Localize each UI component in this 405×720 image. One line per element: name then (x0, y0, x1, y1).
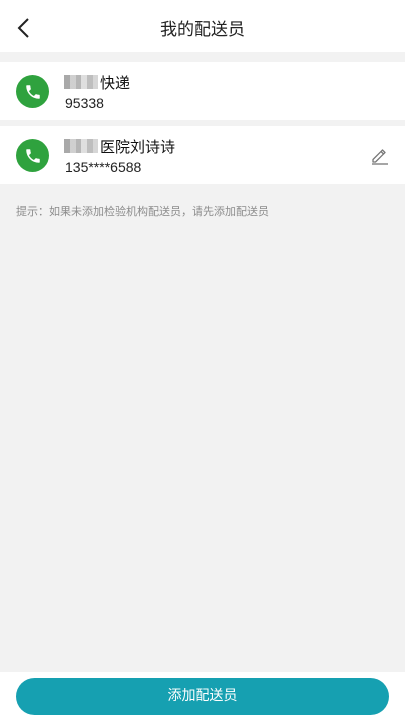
courier-phone: 95338 (65, 95, 104, 111)
hint-text: 提示：如果未添加检验机构配送员，请先添加配送员 (16, 205, 269, 218)
pencil-icon (372, 149, 388, 165)
redacted-mosaic (64, 139, 98, 153)
courier-phone: 135****6588 (65, 159, 142, 175)
courier-name-text: 医院刘诗诗 (100, 137, 176, 156)
phone-icon (25, 148, 40, 163)
call-button[interactable] (16, 75, 49, 108)
page-title: 我的配送员 (160, 20, 245, 40)
courier-name: 医院刘诗诗 (64, 135, 175, 157)
courier-name-text: 快递 (100, 73, 131, 92)
courier-card: 快递 95338 (0, 62, 405, 120)
redacted-mosaic (64, 75, 98, 89)
edit-button[interactable] (369, 144, 391, 166)
courier-name: 快递 (64, 71, 130, 93)
courier-card: 医院刘诗诗 135****6588 (0, 126, 405, 184)
phone-icon (25, 84, 40, 99)
add-courier-button[interactable]: 添加配送员 (16, 678, 389, 715)
call-button[interactable] (16, 139, 49, 172)
